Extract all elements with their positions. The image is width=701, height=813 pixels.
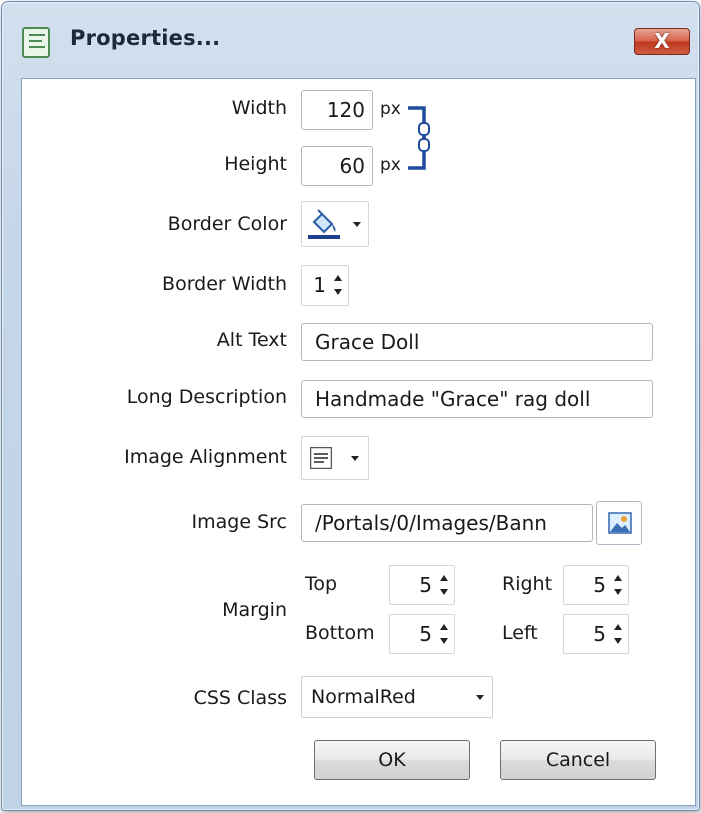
margin-label: Margin (222, 599, 287, 621)
properties-dialog: Properties... X Width 120 px Height 60 p… (1, 1, 700, 811)
margin-top-label: Top (305, 573, 338, 595)
alt-text-label: Alt Text (216, 329, 287, 351)
window-title: Properties... (70, 26, 221, 50)
margin-left-label: Left (502, 622, 538, 644)
border-color-label: Border Color (167, 213, 287, 235)
width-unit: px (380, 99, 401, 119)
spinner-arrows-icon[interactable] (440, 574, 449, 596)
title-bar[interactable]: Properties... X (2, 2, 699, 80)
close-button[interactable]: X (634, 28, 690, 55)
height-input[interactable]: 60 (301, 146, 373, 186)
margin-bottom-value: 5 (419, 622, 432, 646)
margin-left-value: 5 (593, 622, 606, 646)
margin-bottom-stepper[interactable]: 5 (389, 614, 455, 654)
css-class-dropdown[interactable]: NormalRed (301, 676, 493, 718)
image-alignment-label: Image Alignment (124, 446, 287, 468)
properties-dialog-icon (22, 27, 50, 58)
css-class-value: NormalRed (311, 686, 416, 708)
chevron-down-icon (351, 456, 359, 461)
spinner-arrows-icon[interactable] (614, 623, 623, 645)
alt-text-input[interactable]: Grace Doll (301, 323, 653, 361)
image-alignment-dropdown[interactable] (301, 436, 369, 480)
width-input[interactable]: 120 (301, 90, 373, 130)
border-width-value: 1 (313, 273, 326, 297)
margin-bottom-label: Bottom (305, 622, 375, 644)
height-unit: px (380, 155, 401, 175)
css-class-label: CSS Class (193, 687, 287, 709)
spinner-arrows-icon[interactable] (334, 274, 343, 296)
spinner-arrows-icon[interactable] (440, 623, 449, 645)
long-description-input[interactable]: Handmade "Grace" rag doll (301, 380, 653, 418)
chevron-down-icon (476, 695, 484, 700)
border-width-label: Border Width (162, 273, 287, 295)
border-width-stepper[interactable]: 1 (301, 265, 349, 306)
ok-button[interactable]: OK (314, 740, 470, 780)
chain-link-icon[interactable] (406, 104, 440, 172)
height-label: Height (224, 153, 287, 175)
dialog-body: Width 120 px Height 60 px Border Color B… (21, 78, 696, 806)
margin-right-label: Right (502, 573, 553, 595)
margin-right-stepper[interactable]: 5 (563, 565, 629, 605)
margin-left-stepper[interactable]: 5 (563, 614, 629, 654)
image-browse-icon (608, 512, 632, 534)
border-color-picker[interactable] (301, 201, 369, 247)
spinner-arrows-icon[interactable] (614, 574, 623, 596)
width-label: Width (231, 97, 287, 119)
image-src-label: Image Src (191, 511, 287, 533)
image-browse-button[interactable] (596, 501, 642, 545)
align-text-icon (310, 447, 332, 469)
image-src-input[interactable]: /Portals/0/Images/Bann (301, 504, 593, 542)
margin-top-stepper[interactable]: 5 (389, 565, 455, 605)
margin-top-value: 5 (419, 573, 432, 597)
chevron-down-icon (353, 222, 361, 227)
margin-right-value: 5 (593, 573, 606, 597)
cancel-button[interactable]: Cancel (500, 740, 656, 780)
paint-bucket-icon (308, 209, 340, 239)
long-description-label: Long Description (126, 386, 287, 408)
